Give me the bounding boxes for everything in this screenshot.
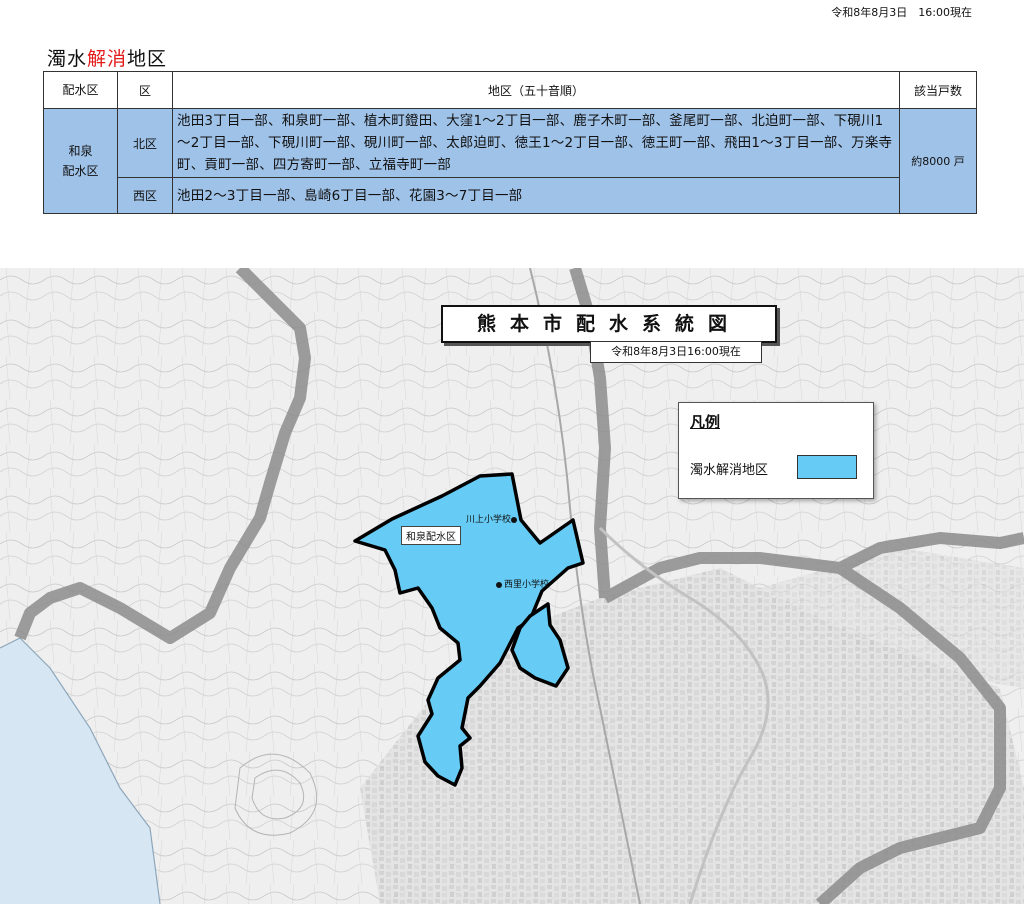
legend-title: 凡例	[690, 413, 721, 431]
district-label: 和泉配水区	[401, 526, 461, 545]
page-title: 濁水解消地区	[47, 44, 167, 71]
haisui-name: 和泉 配水区	[62, 144, 99, 178]
title-highlight: 解消	[87, 48, 128, 70]
header-households: 該当戸数	[899, 71, 977, 109]
table-row: 和泉 配水区 北区 池田3丁目一部、和泉町一部、植木町鐙田、大窪1～2丁目一部、…	[43, 108, 977, 214]
legend-item-label: 濁水解消地区	[690, 463, 769, 478]
haisui-cell: 和泉 配水区	[43, 108, 118, 214]
area-cell-kita: 池田3丁目一部、和泉町一部、植木町鐙田、大窪1～2丁目一部、鹿子木町一部、釜尾町…	[172, 108, 900, 178]
header-haisui: 配水区	[43, 71, 118, 109]
water-system-map[interactable]: 熊本市配水系統図 令和8年8月3日16:00現在 凡例 濁水解消地区 和泉配水区…	[0, 268, 1024, 904]
map-timestamp: 令和8年8月3日16:00現在	[590, 341, 762, 363]
households-cell: 約8000 戸	[899, 108, 977, 214]
header-ku: 区	[117, 71, 173, 109]
legend-swatch	[797, 455, 857, 479]
poi-bind-1: 西里小学校	[504, 580, 550, 590]
ku-cell-kita: 北区	[117, 108, 173, 178]
title-part-1: 濁水	[47, 48, 88, 70]
area-cell-nishi: 池田2～3丁目一部、島崎6丁目一部、花園3～7丁目一部	[172, 177, 900, 214]
poi-kawakami-school[interactable]: 川上小学校	[466, 512, 519, 525]
map-title: 熊本市配水系統図	[441, 305, 777, 343]
poi-nishizato-school[interactable]: 西里小学校	[496, 577, 549, 590]
table-row: 西区 池田2～3丁目一部、島崎6丁目一部、花園3～7丁目一部	[44, 177, 977, 214]
table-header-row: 配水区 区 地区（五十音順） 該当戸数	[43, 71, 977, 109]
map-legend: 凡例 濁水解消地区	[678, 402, 874, 499]
poi-marker-icon	[496, 581, 502, 588]
header-area: 地区（五十音順）	[172, 71, 900, 109]
title-part-2: 地区	[127, 48, 168, 70]
poi-bind-0: 川上小学校	[466, 515, 512, 525]
report-timestamp: 令和8年8月3日 16:00現在	[831, 6, 972, 19]
district-table: 配水区 区 地区（五十音順） 該当戸数 和泉 配水区 北区 池田3丁目一部、和泉…	[43, 71, 977, 214]
ku-cell-nishi: 西区	[117, 177, 173, 214]
poi-marker-icon	[511, 516, 518, 523]
